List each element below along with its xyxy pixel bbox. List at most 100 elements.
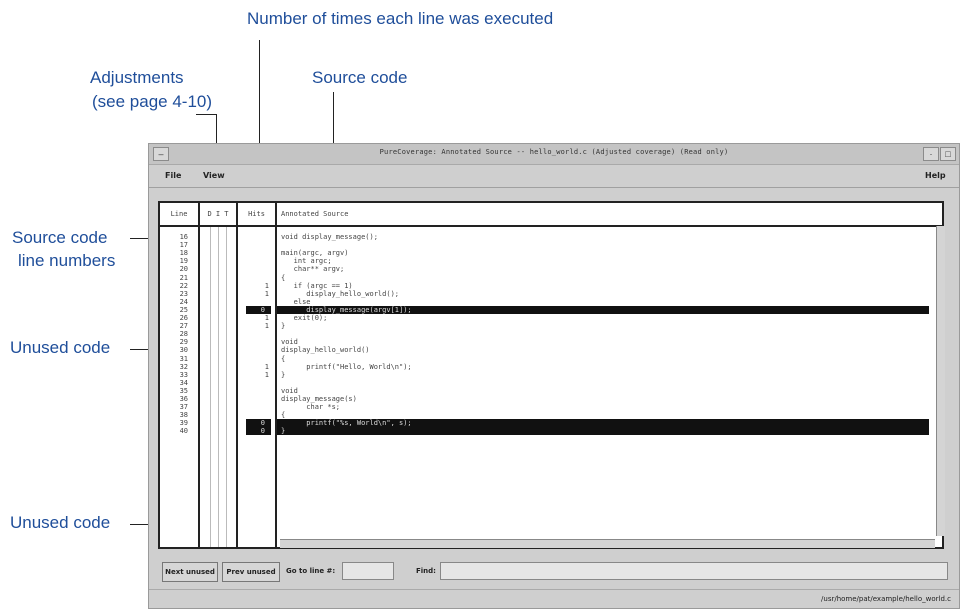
goto-line-label: Go to line #: xyxy=(286,567,336,575)
source-line: { xyxy=(281,354,286,363)
hit-count: 1 xyxy=(264,362,269,371)
hit-count: 1 xyxy=(264,314,269,322)
line-number: 26 xyxy=(179,314,188,322)
hit-count: 1 xyxy=(264,281,269,290)
source-line: printf("%s, World\n", s); xyxy=(277,419,929,428)
callout-executed: Number of times each line was executed xyxy=(247,9,554,28)
header-hits: Hits xyxy=(238,203,275,227)
hit-count xyxy=(238,379,275,387)
hit-count: 1 xyxy=(264,289,269,298)
header-line: Line xyxy=(160,203,198,227)
hit-count xyxy=(238,249,275,257)
prev-unused-button[interactable]: Prev unused xyxy=(222,562,280,582)
line-number: 17 xyxy=(179,241,188,250)
line-number: 34 xyxy=(179,378,188,387)
adjust-track xyxy=(218,227,219,547)
source-line: } xyxy=(281,322,286,331)
source-line: if (argc == 1) xyxy=(281,281,353,290)
hit-count xyxy=(238,411,275,419)
vertical-scrollbar[interactable] xyxy=(936,226,945,536)
hit-count xyxy=(238,395,275,403)
line-number: 40 xyxy=(179,427,188,436)
hit-count xyxy=(238,338,275,346)
app-window: – PureCoverage: Annotated Source -- hell… xyxy=(148,143,960,609)
next-unused-button[interactable]: Next unused xyxy=(162,562,218,582)
source-line: } xyxy=(277,427,929,436)
hit-count xyxy=(238,265,275,273)
menu-file[interactable]: File xyxy=(165,171,181,180)
source-line: { xyxy=(281,273,286,282)
line-number: 30 xyxy=(179,346,188,355)
source-line: main(argc, argv) xyxy=(281,249,349,258)
source-line: int argc; xyxy=(281,257,332,266)
find-input[interactable] xyxy=(440,562,948,580)
hit-count xyxy=(238,257,275,265)
callout-line-numbers: Source code xyxy=(12,228,108,247)
line-number: 19 xyxy=(179,257,188,266)
source-line: exit(0); xyxy=(281,314,328,322)
horizontal-scrollbar[interactable] xyxy=(280,539,935,548)
minimize-button[interactable]: · xyxy=(923,147,939,161)
source-line: display_hello_world(); xyxy=(281,289,400,298)
hit-count xyxy=(238,274,275,282)
line-number: 39 xyxy=(179,419,188,428)
hit-count xyxy=(238,298,275,306)
hit-count xyxy=(238,346,275,354)
header-annotated-source: Annotated Source xyxy=(277,203,942,227)
title-bar: – PureCoverage: Annotated Source -- hell… xyxy=(149,144,959,165)
source-line: char** argv; xyxy=(281,265,345,274)
hit-count xyxy=(238,387,275,395)
source-line: display_message(s) xyxy=(281,395,357,403)
source-line: display_message(argv[1]); xyxy=(277,305,929,314)
status-bar: /usr/home/pat/example/hello_world.c xyxy=(149,589,959,608)
hit-count xyxy=(238,355,275,363)
hit-count: 1 xyxy=(264,370,269,379)
leader-adjustments-h xyxy=(196,114,217,115)
line-number: 27 xyxy=(179,322,188,331)
line-number: 28 xyxy=(179,330,188,339)
source-line xyxy=(277,241,935,249)
source-column: void display_message(); main(argc, argv) … xyxy=(277,227,935,547)
hits-column: 110111100 xyxy=(238,227,275,547)
line-number: 32 xyxy=(179,362,188,371)
callout-source-code: Source code xyxy=(312,68,408,87)
line-number: 16 xyxy=(179,233,188,241)
header-adjustments: D I T xyxy=(200,203,236,227)
source-line: void xyxy=(281,386,298,395)
source-line: printf("Hello, World\n"); xyxy=(281,362,412,371)
line-number: 29 xyxy=(179,338,188,347)
bottom-toolbar: Next unused Prev unused Go to line #: Fi… xyxy=(158,562,952,584)
line-numbers-column: 16 17 18 19 20 21 22 23 24 25 26 27 28 29 30 31 32 33 34 35… xyxy=(160,227,198,547)
hit-count xyxy=(238,233,275,241)
line-number: 38 xyxy=(179,411,188,420)
line-number: 24 xyxy=(179,297,188,306)
callout-unused-2: Unused code xyxy=(10,513,111,532)
callout-adjustments-2: (see page 4-10) xyxy=(92,92,213,111)
goto-line-input[interactable] xyxy=(342,562,394,580)
adjust-track xyxy=(226,227,227,547)
line-number: 25 xyxy=(179,305,188,314)
line-number: 36 xyxy=(179,395,188,403)
hit-count: 0 xyxy=(246,305,271,314)
menu-bar: File View Help xyxy=(149,165,959,188)
menu-help[interactable]: Help xyxy=(925,171,946,180)
callout-unused-1: Unused code xyxy=(10,338,111,357)
menu-view[interactable]: View xyxy=(203,171,225,180)
source-line: } xyxy=(281,370,286,379)
window-title: PureCoverage: Annotated Source -- hello_… xyxy=(379,148,729,156)
line-number: 31 xyxy=(179,354,188,363)
hit-count: 0 xyxy=(246,427,271,436)
adjust-track xyxy=(210,227,211,547)
line-number: 35 xyxy=(179,386,188,395)
annotated-source-panel: Line D I T Hits Annotated Source 16 17 18 1… xyxy=(158,201,945,549)
line-number: 20 xyxy=(179,265,188,274)
line-number: 23 xyxy=(179,289,188,298)
line-number: 18 xyxy=(179,249,188,258)
line-number: 21 xyxy=(179,273,188,282)
find-label: Find: xyxy=(416,567,436,575)
source-line: display_hello_world() xyxy=(281,346,370,355)
maximize-button[interactable]: □ xyxy=(940,147,956,161)
source-line: { xyxy=(281,411,286,420)
line-number: 22 xyxy=(179,281,188,290)
source-line xyxy=(277,330,935,338)
